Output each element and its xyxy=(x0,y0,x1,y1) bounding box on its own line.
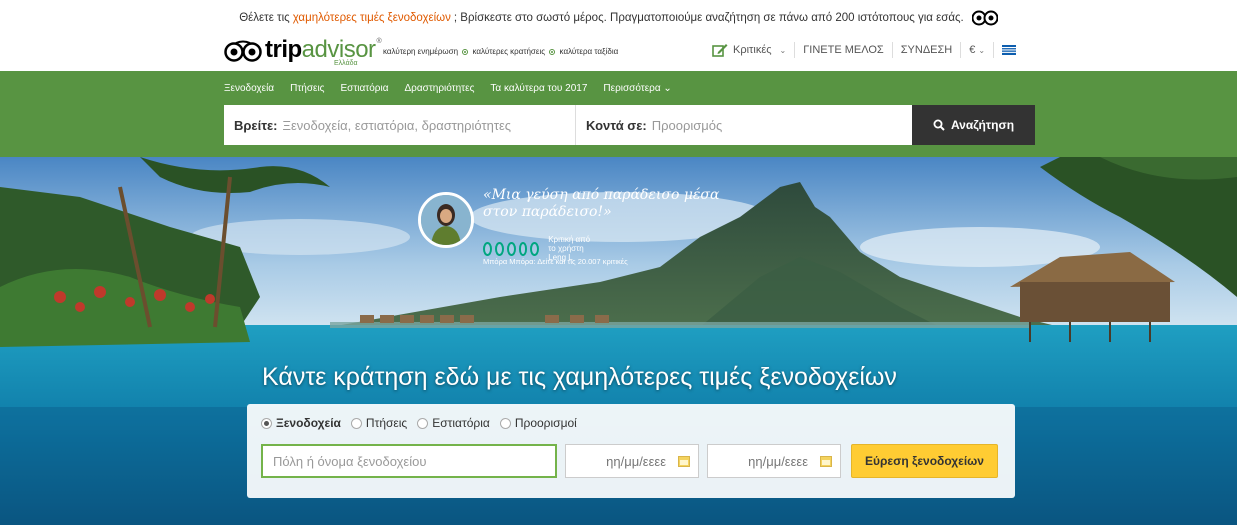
search-bar: Βρείτε: Ξενοδοχεία, εστιατόρια, δραστηρι… xyxy=(224,105,1035,145)
site-header: tripadvisor ® Ελλάδα καλύτερη ενημέρωση … xyxy=(0,36,1237,70)
chevron-down-icon: ⌄ xyxy=(779,45,787,55)
calendar-icon[interactable] xyxy=(678,455,690,467)
hotel-city-input[interactable]: Πόλη ή όνομα ξενοδοχείου xyxy=(261,444,557,478)
owl-logo-icon xyxy=(971,10,998,26)
radio-destinations[interactable]: Προορισμοί xyxy=(499,416,577,430)
tripadvisor-logo[interactable]: tripadvisor ® Ελλάδα xyxy=(224,38,382,67)
checkin-date-input[interactable]: ηη/μμ/εεεε xyxy=(565,444,699,478)
tagline-bullet-icon xyxy=(462,48,469,55)
nav-item-flights[interactable]: Πτήσεις xyxy=(290,83,324,94)
radio-circle-icon xyxy=(261,417,272,429)
signup-link[interactable]: ΓΙΝΕΤΕ ΜΕΛΟΣ xyxy=(803,44,883,56)
logo-wordmark: tripadvisor xyxy=(265,38,376,62)
search-button-label: Αναζήτηση xyxy=(950,118,1015,132)
header-actions: Κριτικές ⌄ ΓΙΝΕΤΕ ΜΕΛΟΣ ΣΥΝΔΕΣΗ € ⌄ xyxy=(712,42,1017,58)
review-quote-line: στον παράδεισο!» xyxy=(483,204,612,220)
reviews-label: Κριτικές xyxy=(733,44,772,56)
logo-trip: trip xyxy=(265,36,302,63)
reviews-menu[interactable]: Κριτικές ⌄ xyxy=(712,43,786,57)
review-quote-line: «Μια γεύση από παράδεισο μέσα xyxy=(483,187,720,203)
logo-country: Ελλάδα xyxy=(334,60,358,67)
hero-title: Κάντε κράτηση εδώ με τις χαμηλότερες τιμ… xyxy=(262,363,897,391)
search-near-label: Κοντά σε: xyxy=(586,117,647,133)
reviewer-avatar xyxy=(418,192,474,248)
hero-section: «Μια γεύση από παράδεισο μέσα στον παράδ… xyxy=(0,157,1237,525)
search-icon xyxy=(933,119,945,131)
checkout-date-input[interactable]: ηη/μμ/εεεε xyxy=(707,444,841,478)
booking-type-tabs: Ξενοδοχεία Πτήσεις Εστιατόρια Προορισμοί xyxy=(261,416,577,430)
radio-label: Εστιατόρια xyxy=(432,416,490,430)
rating-bubble-icon xyxy=(494,241,504,256)
currency-label: € xyxy=(969,44,976,56)
divider xyxy=(891,42,893,58)
promo-highlight-link[interactable]: χαμηλότερες τιμές ξενοδοχείων xyxy=(293,12,451,24)
nav-band: Ξενοδοχεία Πτήσεις Εστιατόρια Δραστηριότ… xyxy=(0,71,1237,157)
logo-advisor: advisor xyxy=(301,36,376,63)
search-where-placeholder: Ξενοδοχεία, εστιατόρια, δραστηριότητες xyxy=(282,117,512,133)
radio-hotels[interactable]: Ξενοδοχεία xyxy=(261,416,341,430)
radio-label: Προορισμοί xyxy=(514,416,577,430)
owl-logo-icon xyxy=(224,40,262,62)
search-near-field[interactable]: Κοντά σε: Προορισμός xyxy=(576,105,912,145)
flag-icon[interactable] xyxy=(1002,45,1017,55)
tagline-item: καλύτερες κρατήσεις xyxy=(472,47,546,56)
nav-item-restaurants[interactable]: Εστιατόρια xyxy=(341,83,389,94)
nav-item-more[interactable]: Περισσότερα ⌄ xyxy=(603,83,671,94)
rating-bubble-icon xyxy=(518,241,528,256)
search-where-field[interactable]: Βρείτε: Ξενοδοχεία, εστιατόρια, δραστηρι… xyxy=(224,105,576,145)
tagline-bullet-icon xyxy=(549,48,556,55)
rating-bubble-icon xyxy=(483,241,492,256)
promo-text-before: Θέλετε τις xyxy=(239,12,290,24)
find-hotels-button[interactable]: Εύρεση ξενοδοχείων xyxy=(851,444,998,478)
rating-bubble-icon xyxy=(530,241,540,256)
checkout-placeholder: ηη/μμ/εεεε xyxy=(748,453,808,469)
promo-bar: Θέλετε τις χαμηλότερες τιμές ξενοδοχείων… xyxy=(0,0,1237,36)
nav-item-best-of[interactable]: Τα καλύτερα του 2017 xyxy=(490,83,587,94)
nav-item-hotels[interactable]: Ξενοδοχεία xyxy=(224,83,274,94)
divider xyxy=(993,42,995,58)
login-link[interactable]: ΣΥΝΔΕΣΗ xyxy=(901,44,953,56)
currency-menu[interactable]: € ⌄ xyxy=(969,44,985,56)
booking-panel: Ξενοδοχεία Πτήσεις Εστιατόρια Προορισμοί… xyxy=(247,404,1015,498)
search-near-placeholder: Προορισμός xyxy=(651,117,723,133)
radio-label: Πτήσεις xyxy=(365,416,408,430)
search-button[interactable]: Αναζήτηση xyxy=(912,105,1035,145)
review-quote: «Μια γεύση από παράδεισο μέσα στον παράδ… xyxy=(483,187,743,221)
chevron-down-icon: ⌄ xyxy=(978,46,986,55)
logo-registered: ® xyxy=(376,38,382,45)
radio-circle-icon xyxy=(417,417,429,429)
radio-flights[interactable]: Πτήσεις xyxy=(350,416,408,430)
checkin-placeholder: ηη/μμ/εεεε xyxy=(606,453,666,469)
rating-bubble-icon xyxy=(506,241,516,256)
radio-circle-icon xyxy=(350,417,362,429)
review-place-link[interactable]: Μπόρα Μπόρα: Δείτε και τις 20.007 κριτικ… xyxy=(483,257,628,266)
radio-restaurants[interactable]: Εστιατόρια xyxy=(417,416,490,430)
nav-more-label: Περισσότερα xyxy=(603,83,661,94)
tagline-item: καλύτερη ενημέρωση xyxy=(383,47,459,56)
radio-label: Ξενοδοχεία xyxy=(276,416,341,430)
divider xyxy=(960,42,962,58)
hotel-city-placeholder: Πόλη ή όνομα ξενοδοχείου xyxy=(273,453,427,469)
search-where-label: Βρείτε: xyxy=(234,117,278,133)
radio-circle-icon xyxy=(499,417,511,429)
divider xyxy=(794,42,796,58)
calendar-icon[interactable] xyxy=(820,455,832,467)
tagline-item: καλύτερα ταξίδια xyxy=(559,47,619,56)
tagline: καλύτερη ενημέρωση καλύτερες κρατήσεις κ… xyxy=(383,47,618,56)
main-nav: Ξενοδοχεία Πτήσεις Εστιατόρια Δραστηριότ… xyxy=(224,83,672,94)
chevron-down-icon: ⌄ xyxy=(663,83,672,94)
nav-item-activities[interactable]: Δραστηριότητες xyxy=(405,83,475,94)
promo-text-after: ; Βρίσκεστε στο σωστό μέρος. Πραγματοποι… xyxy=(453,12,964,24)
write-review-icon xyxy=(712,44,728,57)
